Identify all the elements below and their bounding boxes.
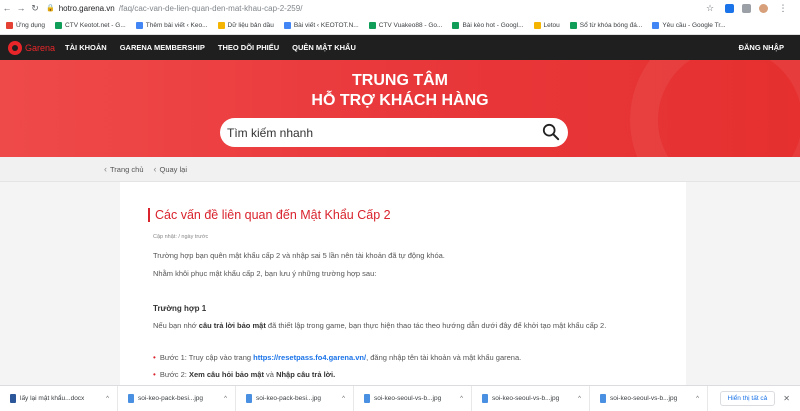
page-icon [135, 21, 143, 29]
star-icon[interactable]: ☆ [703, 3, 717, 14]
image-file-icon [600, 394, 606, 403]
bookmark-item[interactable]: CTV Vuakeo88 - Go... [368, 21, 442, 29]
extension-icon[interactable] [725, 3, 734, 13]
extension-icon[interactable] [742, 3, 751, 13]
address-bar: ← → ↻ 🔒 hotro.garena.vn/faq/cac-van-de-l… [0, 0, 800, 16]
lock-icon: 🔒 [46, 5, 55, 12]
search-placeholder: Tìm kiếm nhanh [227, 125, 314, 140]
bookmark-item[interactable]: Bài kèo hot - Googl... [452, 21, 524, 29]
url-host: hotro.garena.vn [58, 3, 115, 13]
close-icon[interactable]: ✕ [783, 394, 790, 403]
nav-item-account[interactable]: TÀI KHOẢN [65, 43, 107, 52]
back-icon[interactable]: ← [0, 3, 14, 13]
image-file-icon [246, 394, 252, 403]
bookmark-item[interactable]: Yêu cầu - Google Tr... [652, 21, 726, 29]
breadcrumb-back[interactable]: ‹ Quay lại [154, 164, 188, 174]
download-item[interactable]: soi-keo-seoul-vs-b...jpg ^ [590, 386, 708, 411]
menu-icon[interactable]: ⋮ [776, 3, 790, 14]
login-link[interactable]: ĐĂNG NHẬP [739, 43, 784, 52]
image-file-icon [364, 394, 370, 403]
chevron-left-icon: ‹ [153, 164, 157, 174]
forward-icon[interactable]: → [14, 3, 28, 13]
bookmarks-bar: Ứng dụng CTV Keotot.net - G... Thêm bài … [0, 16, 800, 35]
bullet-icon: • [153, 353, 156, 362]
apps-icon [6, 21, 13, 29]
breadcrumb: ‹ Trang chủ ‹ Quay lại [0, 157, 800, 182]
nav-item-forgot-password[interactable]: QUÊN MẬT KHẨU [292, 43, 356, 52]
show-all-downloads-button[interactable]: Hiển thị tất cả [719, 391, 776, 406]
site-nav: Garena TÀI KHOẢN GARENA MEMBERSHIP THEO … [0, 35, 800, 60]
chevron-left-icon: ‹ [104, 164, 107, 174]
case-heading: Trường hợp 1 [153, 304, 207, 313]
chevron-up-icon[interactable]: ^ [224, 396, 227, 402]
reload-icon[interactable]: ↻ [28, 3, 42, 14]
download-item[interactable]: soi-keo-pack-besi...jpg ^ [236, 386, 354, 411]
bullet-icon: • [153, 370, 156, 379]
download-item[interactable]: soi-keo-seoul-vs-b...jpg ^ [472, 386, 590, 411]
search-input[interactable]: Tìm kiếm nhanh [220, 118, 568, 147]
docx-file-icon [10, 394, 16, 403]
download-item[interactable]: lấy lại mật khẩu...docx ^ [0, 386, 118, 411]
article-updated: Cập nhật: / ngày trước [153, 234, 209, 240]
bookmark-item[interactable]: Sổ từ khóa bóng đá... [569, 21, 642, 29]
sheets-icon [452, 21, 460, 29]
bookmark-item[interactable]: Letou [533, 21, 560, 29]
bookmark-item[interactable]: Ứng dụng [6, 21, 45, 29]
page-icon [283, 21, 291, 29]
image-file-icon [128, 394, 134, 403]
avatar[interactable] [759, 3, 768, 13]
bookmark-item[interactable]: CTV Keotot.net - G... [55, 21, 126, 29]
download-item[interactable]: soi-keo-pack-besi...jpg ^ [118, 386, 236, 411]
url-field[interactable]: 🔒 hotro.garena.vn/faq/cac-van-de-lien-qu… [46, 4, 302, 13]
step-item: • Bước 1: Truy cập vào trang https://res… [153, 353, 522, 362]
chevron-up-icon[interactable]: ^ [696, 396, 699, 402]
letou-icon [533, 21, 541, 29]
article-paragraph: Nhằm khôi phục mật khẩu cấp 2, bạn lưu ý… [153, 269, 377, 278]
sheets-icon [55, 21, 63, 29]
logo-text: Garena [25, 42, 56, 53]
sheets-icon [569, 21, 577, 29]
reset-pass-link[interactable]: https://resetpass.fo4.garena.vn/ [253, 353, 366, 362]
bookmark-item[interactable]: Thêm bài viết ‹ Keo... [135, 21, 208, 29]
garena-logo[interactable]: Garena [8, 40, 56, 55]
chevron-up-icon[interactable]: ^ [578, 396, 581, 402]
drive-icon [217, 21, 225, 29]
garena-logo-icon [8, 40, 22, 55]
chevron-up-icon[interactable]: ^ [342, 396, 345, 402]
step-item: • Bước 2: Xem câu hỏi bảo mật và Nhập câ… [153, 370, 336, 379]
nav-item-membership[interactable]: GARENA MEMBERSHIP [120, 43, 205, 52]
article-title: Các vấn đề liên quan đến Mật Khẩu Cấp 2 [148, 208, 391, 222]
breadcrumb-home[interactable]: ‹ Trang chủ [104, 164, 144, 174]
hero-banner: TRUNG TÂM HỖ TRỢ KHÁCH HÀNG Tìm kiếm nha… [0, 60, 800, 157]
article-paragraph: Nếu bạn nhớ câu trả lời bảo mật đã thiết… [153, 321, 607, 330]
download-bar: lấy lại mật khẩu...docx ^ soi-keo-pack-be… [0, 385, 800, 411]
trends-icon [652, 21, 660, 29]
image-file-icon [482, 394, 488, 403]
bookmark-item[interactable]: Bài viết ‹ KEOTOT.N... [283, 21, 359, 29]
url-path: /faq/cac-van-de-lien-quan-den-mat-khau-c… [118, 3, 303, 13]
nav-item-tickets[interactable]: THEO DÕI PHIẾU [218, 43, 279, 52]
download-item[interactable]: soi-keo-seoul-vs-b...jpg ^ [354, 386, 472, 411]
bookmark-item[interactable]: Dữ liệu bản dầu [217, 21, 274, 29]
hero-title-line1: TRUNG TÂM [352, 72, 448, 89]
chevron-up-icon[interactable]: ^ [106, 396, 109, 402]
browser-window: ← → ↻ 🔒 hotro.garena.vn/faq/cac-van-de-l… [0, 0, 800, 411]
hero-title-line2: HỖ TRỢ KHÁCH HÀNG [311, 92, 489, 109]
article-card: Các vấn đề liên quan đến Mật Khẩu Cấp 2 … [120, 182, 686, 385]
article-paragraph: Trường hợp bạn quên mật khẩu cấp 2 và nh… [153, 251, 445, 260]
chevron-up-icon[interactable]: ^ [460, 396, 463, 402]
sheets-icon [368, 21, 376, 29]
search-icon[interactable] [542, 123, 560, 141]
